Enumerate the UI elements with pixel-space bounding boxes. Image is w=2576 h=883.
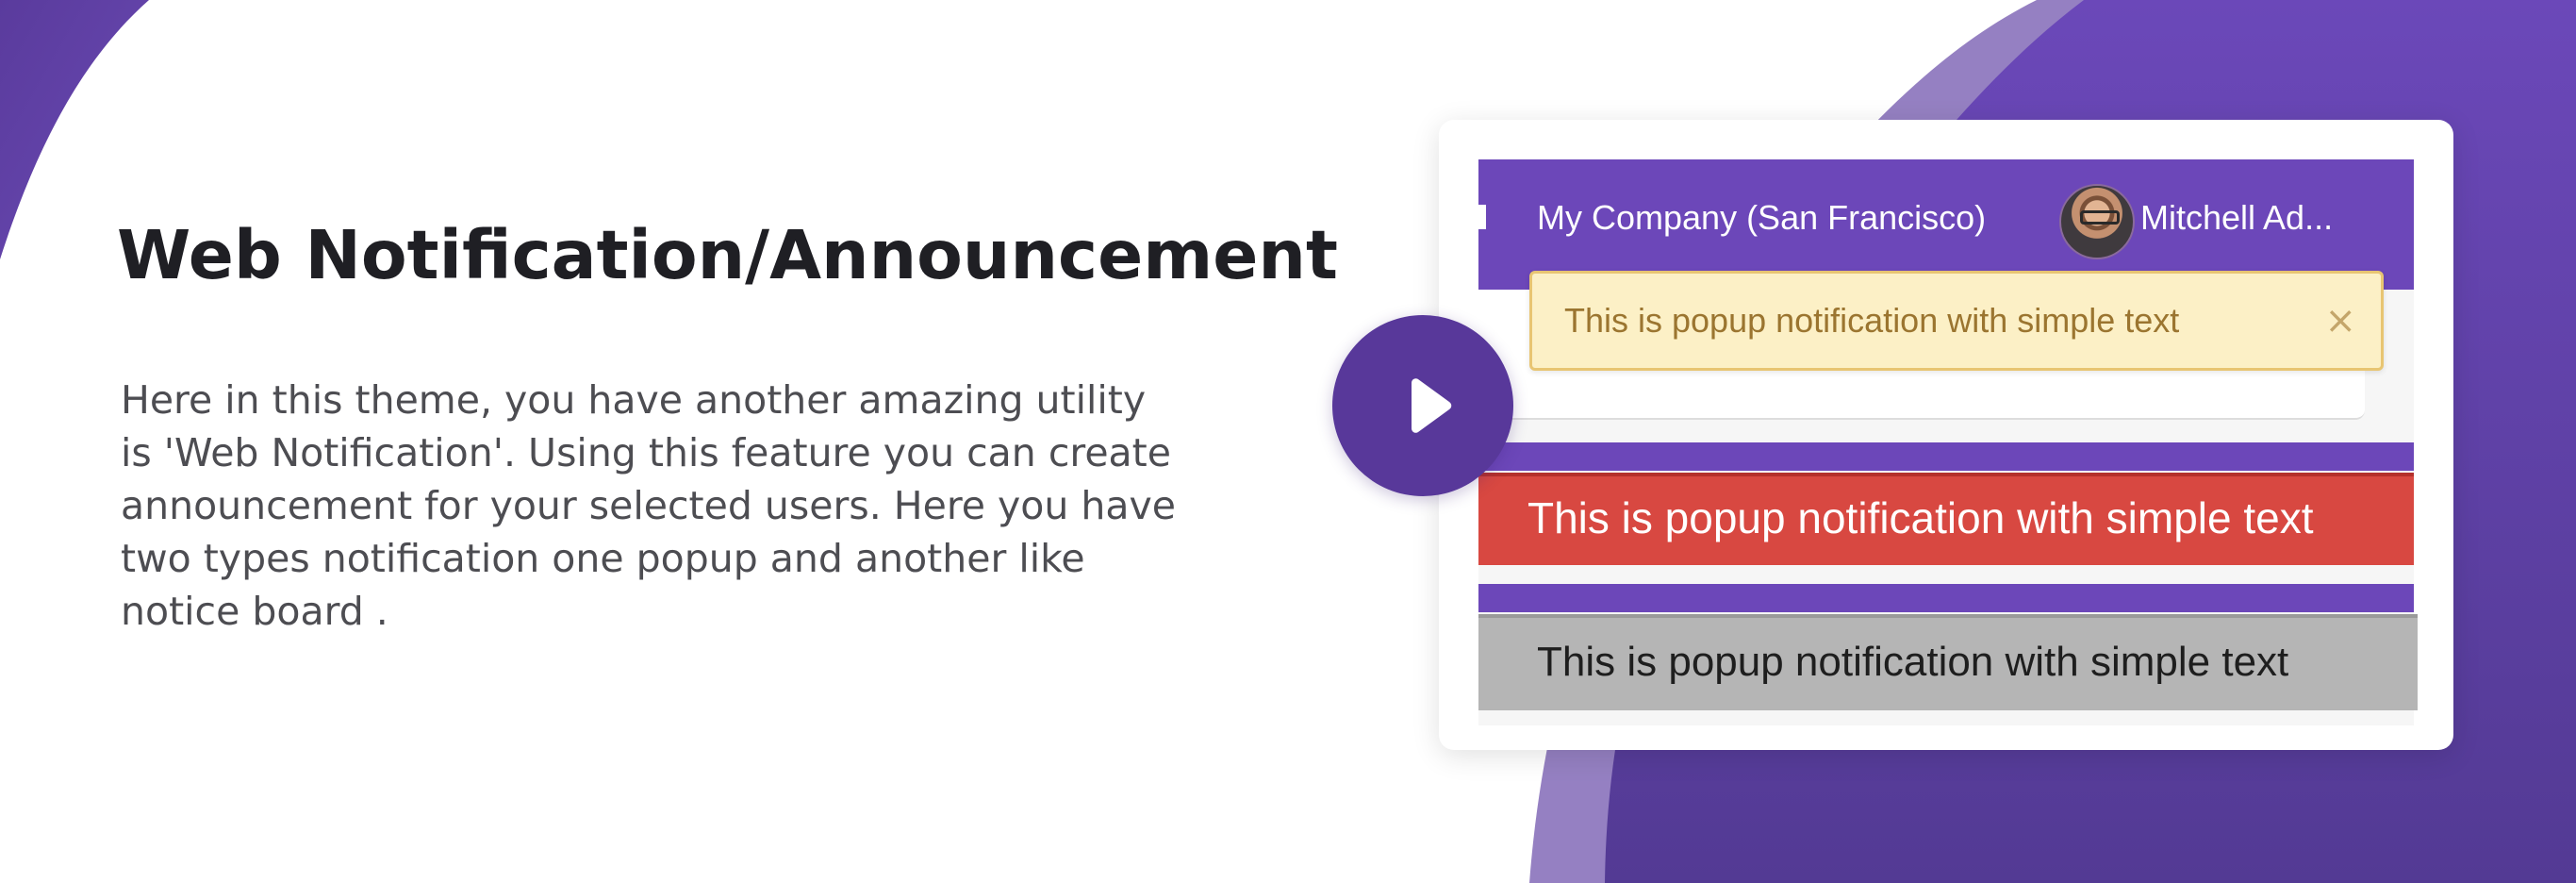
notice-bar-grey-text: This is popup notification with simple t…	[1537, 639, 2289, 685]
preview-card: My Company (San Francisco) Mitchell Ad..…	[1439, 120, 2453, 750]
description-line: two types notification one popup and ano…	[121, 536, 1085, 581]
menu-edge	[1478, 205, 1486, 229]
description-line: Here in this theme, you have another ama…	[121, 377, 1147, 423]
page-title: Web Notification/Announcement	[117, 216, 1338, 294]
description-line: announcement for your selected users. He…	[121, 483, 1176, 528]
popup-notification-text: This is popup notification with simple t…	[1564, 301, 2180, 340]
close-icon[interactable]: ×	[2324, 300, 2356, 342]
company-switcher[interactable]: My Company (San Francisco)	[1537, 197, 1986, 239]
purple-strip	[1478, 442, 2414, 471]
description-line: notice board .	[121, 589, 388, 634]
page: Web Notification/Announcement Here in th…	[0, 0, 2576, 883]
popup-notification: This is popup notification with simple t…	[1529, 271, 2384, 371]
notice-bar-red-text: This is popup notification with simple t…	[1527, 493, 2314, 542]
purple-strip	[1478, 584, 2414, 612]
feature-description: Here in this theme, you have another ama…	[121, 374, 1280, 638]
description-line: is 'Web Notification'. Using this featur…	[121, 430, 1171, 475]
notice-bar-grey: This is popup notification with simple t…	[1478, 614, 2418, 710]
notification-preview-screenshot: My Company (San Francisco) Mitchell Ad..…	[1478, 159, 2418, 725]
play-icon	[1412, 378, 1452, 433]
user-menu-label[interactable]: Mitchell Ad...	[2140, 197, 2333, 239]
user-avatar[interactable]	[2059, 184, 2135, 259]
notice-bar-red: This is popup notification with simple t…	[1478, 473, 2414, 565]
play-video-button[interactable]	[1332, 315, 1513, 496]
